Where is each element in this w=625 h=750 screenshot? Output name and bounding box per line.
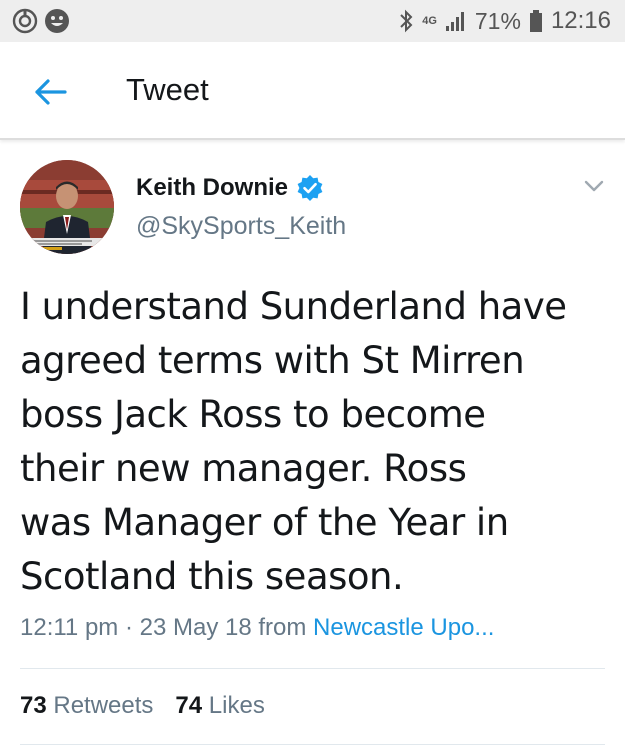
tweet-options-button[interactable] <box>580 174 608 198</box>
tweet-text-line: boss Jack Ross to become <box>20 393 486 436</box>
battery-percent: 71% <box>474 7 521 34</box>
tweet-source-link[interactable]: Newcastle Upo... <box>313 614 494 641</box>
face-icon <box>45 9 69 33</box>
back-arrow-icon <box>35 79 67 105</box>
network-type: 4G <box>422 15 437 27</box>
tweet-text-line: I understand Sunderland have <box>20 285 567 328</box>
status-bar: 4G 71% 12:16 <box>0 0 625 42</box>
tweet-text-line: agreed terms with St Mirren <box>20 339 525 382</box>
tweet-text-line: was Manager of the Year in <box>20 501 509 544</box>
author-name[interactable]: Keith Downie <box>136 174 324 202</box>
signal-icon <box>445 12 464 31</box>
verified-badge-icon <box>297 175 323 201</box>
retweets-count: 73 <box>20 692 47 719</box>
battery-icon <box>529 10 542 32</box>
status-left <box>12 8 70 34</box>
status-time: 12:16 <box>550 7 611 34</box>
author-handle[interactable]: @SkySports_Keith <box>136 212 346 241</box>
status-right: 4G 71% 12:16 <box>398 7 611 35</box>
avatar-image <box>20 160 114 254</box>
author-name-text: Keith Downie <box>136 174 289 201</box>
chevron-down-icon <box>584 180 604 192</box>
bluetooth-icon <box>400 9 413 33</box>
app-header: Tweet <box>0 42 625 140</box>
tweet-meta: 12:11 pm · 23 May 18 from Newcastle Upo.… <box>20 614 494 642</box>
retweets-label: Retweets <box>53 692 154 719</box>
notification-icon <box>12 8 38 34</box>
likes-stat[interactable]: 74 Likes <box>175 692 264 720</box>
divider <box>20 744 605 745</box>
tweet-text-line: Scotland this season. <box>20 555 404 598</box>
tweet-timestamp: 12:11 pm · 23 May 18 from <box>20 614 314 641</box>
tweet-text-line: their new manager. Ross <box>20 447 467 490</box>
likes-label: Likes <box>208 692 265 719</box>
avatar[interactable] <box>20 160 114 254</box>
tweet-text: I understand Sunderland have agreed term… <box>20 280 610 604</box>
tweet-stats: 73 Retweets 74 Likes <box>20 692 265 720</box>
page-title: Tweet <box>126 72 209 107</box>
likes-count: 74 <box>175 692 203 719</box>
retweets-stat[interactable]: 73 Retweets <box>20 692 153 720</box>
back-button[interactable] <box>30 72 70 112</box>
divider <box>20 668 605 669</box>
